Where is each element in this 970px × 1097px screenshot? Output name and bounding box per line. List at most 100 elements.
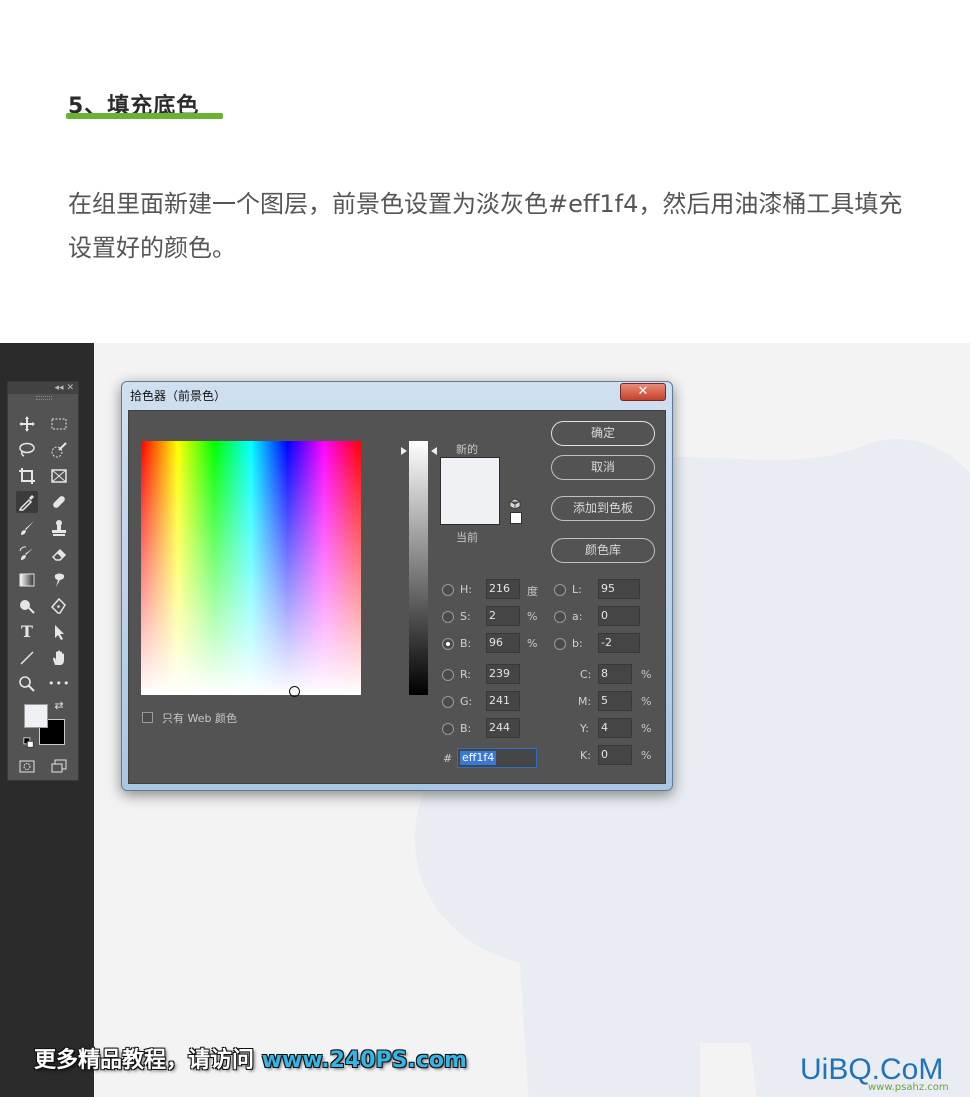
brightness-slider[interactable] xyxy=(409,441,428,695)
hex-prefix-label: # xyxy=(443,752,453,765)
saturation-unit: % xyxy=(527,610,538,623)
lab-b-radio[interactable] xyxy=(554,638,566,650)
gradient-tool-icon[interactable] xyxy=(16,569,38,591)
brightness-label: B: xyxy=(460,637,472,650)
yellow-label: Y: xyxy=(580,722,589,735)
psahz-watermark: www.psahz.com xyxy=(868,1082,949,1093)
foreground-color-swatch[interactable] xyxy=(24,704,48,728)
zoom-tool-icon[interactable] xyxy=(16,673,38,695)
lab-b-label: b: xyxy=(572,637,583,650)
red-radio[interactable] xyxy=(442,669,454,681)
clone-stamp-tool-icon[interactable] xyxy=(48,517,70,539)
magenta-label: M: xyxy=(578,695,592,708)
lab-b-input[interactable]: -2 xyxy=(598,633,640,653)
pen-tool-icon[interactable] xyxy=(48,595,70,617)
dodge-tool-icon[interactable] xyxy=(16,595,38,617)
slider-left-arrow[interactable] xyxy=(401,447,407,455)
black-unit: % xyxy=(641,749,652,762)
history-brush-tool-icon[interactable] xyxy=(16,543,38,565)
color-field[interactable] xyxy=(141,441,361,697)
saturation-label: S: xyxy=(460,610,471,623)
hex-value-selected: eff1f4 xyxy=(460,751,497,765)
new-color-label: 新的 xyxy=(456,443,478,456)
type-tool-icon[interactable]: T xyxy=(16,621,38,643)
dialog-title: 拾色器（前景色） xyxy=(130,389,227,403)
more-tools-icon[interactable]: ••• xyxy=(48,673,70,695)
line-tool-icon[interactable] xyxy=(16,647,38,669)
blue-input[interactable]: 244 xyxy=(486,718,520,738)
dialog-body: 新的 当前 确定 取消 添加到色板 颜色库 H: 216 度 S: 2 % B:… xyxy=(128,410,666,784)
new-current-preview xyxy=(440,457,500,525)
magenta-input[interactable]: 5 xyxy=(598,691,632,711)
web-colors-only-label: 只有 Web 颜色 xyxy=(162,712,237,725)
eyedropper-tool-icon[interactable] xyxy=(16,491,38,513)
path-select-tool-icon[interactable] xyxy=(48,621,70,643)
yellow-unit: % xyxy=(641,722,652,735)
add-to-swatches-button[interactable]: 添加到色板 xyxy=(551,496,655,521)
smudge-tool-icon[interactable] xyxy=(48,569,70,591)
saturation-radio[interactable] xyxy=(442,611,454,623)
red-input[interactable]: 239 xyxy=(486,664,520,684)
lab-a-input[interactable]: 0 xyxy=(598,606,640,626)
cyan-input[interactable]: 8 xyxy=(598,664,632,684)
web-colors-only-checkbox[interactable] xyxy=(142,712,153,723)
frame-tool-icon[interactable] xyxy=(48,465,70,487)
current-color-label: 当前 xyxy=(456,531,478,544)
hue-input[interactable]: 216 xyxy=(486,579,520,599)
hue-unit: 度 xyxy=(527,585,538,598)
lasso-tool-icon[interactable] xyxy=(16,439,38,461)
brightness-input[interactable]: 96 xyxy=(486,633,520,653)
black-input[interactable]: 0 xyxy=(598,745,632,765)
brightness-radio[interactable] xyxy=(442,638,454,650)
panel-grip-handle[interactable] xyxy=(36,396,52,400)
color-picker-dialog: 拾色器（前景色） ✕ 新的 当前 确定 取消 添加到色板 颜色库 H: 216 xyxy=(121,381,673,791)
hue-label: H: xyxy=(460,583,472,596)
color-libraries-button[interactable]: 颜色库 xyxy=(551,538,655,563)
quick-mask-icon[interactable] xyxy=(16,755,38,777)
saturation-input[interactable]: 2 xyxy=(486,606,520,626)
tools-panel: ◂◂ ✕ T ••• ⇄ xyxy=(7,381,79,781)
black-label: K: xyxy=(580,749,591,762)
cyan-unit: % xyxy=(641,668,652,681)
photoshop-screenshot: ◂◂ ✕ T ••• ⇄ 拾色器（前景色） ✕ 新的 当前 确定 取消 添加到色… xyxy=(0,343,970,1097)
brush-tool-icon[interactable] xyxy=(16,517,38,539)
green-radio[interactable] xyxy=(442,696,454,708)
lightness-input[interactable]: 95 xyxy=(598,579,640,599)
web-safe-color-swatch[interactable] xyxy=(510,512,522,524)
cancel-button[interactable]: 取消 xyxy=(551,455,655,480)
screen-mode-icon[interactable] xyxy=(48,755,70,777)
marquee-tool-icon[interactable] xyxy=(48,413,70,435)
hex-input[interactable]: eff1f4 xyxy=(457,748,537,768)
green-input[interactable]: 241 xyxy=(486,691,520,711)
site-watermark: 更多精品教程，请访问 www.240PS.com xyxy=(34,1042,467,1074)
panel-close-icon[interactable]: ✕ xyxy=(66,383,74,393)
swap-colors-icon[interactable]: ⇄ xyxy=(52,699,66,713)
yellow-input[interactable]: 4 xyxy=(598,718,632,738)
red-label: R: xyxy=(460,668,472,681)
hand-tool-icon[interactable] xyxy=(48,647,70,669)
color-field-cursor[interactable] xyxy=(289,686,300,697)
healing-brush-tool-icon[interactable] xyxy=(48,491,70,513)
slider-right-arrow[interactable] xyxy=(431,447,437,455)
dialog-close-button[interactable]: ✕ xyxy=(620,383,666,401)
cube-warning-icon[interactable] xyxy=(509,495,521,510)
lab-a-radio[interactable] xyxy=(554,611,566,623)
default-colors-icon[interactable] xyxy=(22,734,36,748)
lab-a-label: a: xyxy=(572,610,583,623)
watermark-text: 更多精品教程，请访问 xyxy=(34,1048,262,1073)
magenta-unit: % xyxy=(641,695,652,708)
cyan-label: C: xyxy=(580,668,592,681)
eraser-tool-icon[interactable] xyxy=(48,543,70,565)
blue-radio[interactable] xyxy=(442,723,454,735)
ok-button[interactable]: 确定 xyxy=(551,421,655,446)
quick-select-tool-icon[interactable] xyxy=(48,439,70,461)
hue-radio[interactable] xyxy=(442,584,454,596)
instruction-paragraph: 在组里面新建一个图层，前景色设置为淡灰色#eff1f4，然后用油漆桶工具填充设置… xyxy=(68,190,903,262)
move-tool-icon[interactable] xyxy=(16,413,38,435)
lightness-radio[interactable] xyxy=(554,584,566,596)
green-label: G: xyxy=(460,695,473,708)
crop-tool-icon[interactable] xyxy=(16,465,38,487)
blue-label: B: xyxy=(460,722,472,735)
lightness-label: L: xyxy=(572,583,582,596)
collapse-icon[interactable]: ◂◂ xyxy=(55,383,64,393)
